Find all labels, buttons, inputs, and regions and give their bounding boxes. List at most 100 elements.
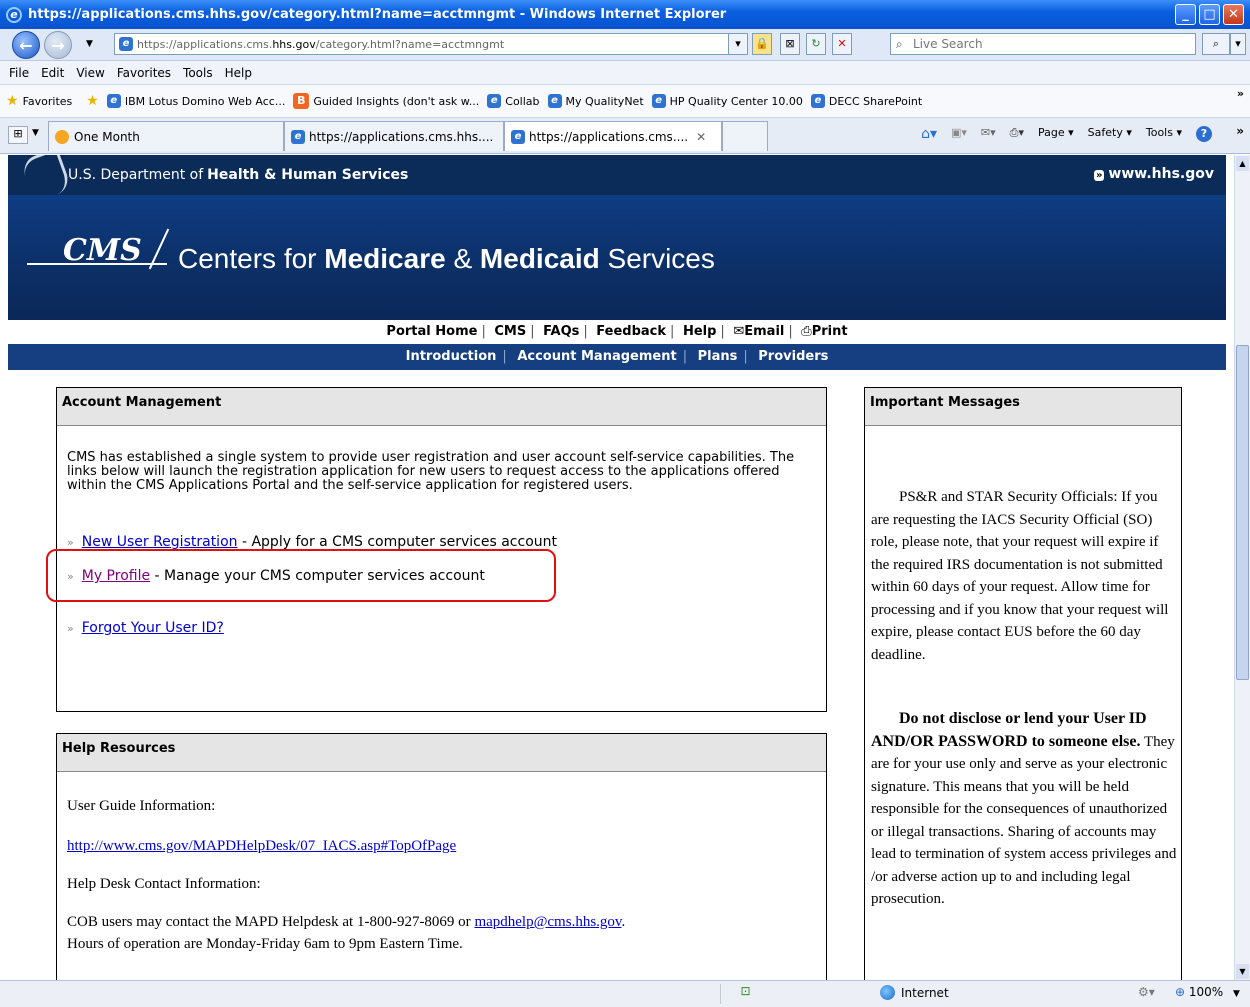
blogger-icon: B bbox=[293, 93, 310, 109]
favorite-item[interactable]: e My QualityNet bbox=[547, 94, 644, 108]
bullet-icon: » bbox=[67, 622, 74, 635]
refresh-icon[interactable]: ↻ bbox=[806, 33, 826, 55]
quick-tabs-icon[interactable]: ⊞ bbox=[8, 126, 28, 144]
menu-edit[interactable]: Edit bbox=[41, 66, 64, 80]
nav-email[interactable]: Email bbox=[744, 324, 784, 339]
url-prefix: https://applications.cms. bbox=[137, 37, 273, 51]
menu-tools[interactable]: Tools bbox=[183, 66, 213, 80]
stop-icon[interactable]: ✕ bbox=[832, 33, 852, 55]
user-guide-link[interactable]: http://www.cms.gov/MAPDHelpDesk/07_IACS.… bbox=[67, 838, 456, 855]
chevron-right-icon[interactable]: » bbox=[1236, 124, 1244, 138]
favorite-label: Collab bbox=[505, 94, 540, 108]
search-input[interactable]: ⌕ Live Search bbox=[890, 33, 1196, 55]
tab-applications-1[interactable]: e https://applications.cms.hhs.... bbox=[284, 121, 504, 151]
mail-icon[interactable]: ✉▾ bbox=[981, 126, 996, 142]
scroll-up-icon[interactable]: ▲ bbox=[1236, 156, 1249, 171]
scroll-thumb[interactable] bbox=[1236, 345, 1249, 680]
favorites-button[interactable]: ★ Favorites bbox=[6, 93, 72, 109]
favorite-item[interactable]: e Collab bbox=[487, 94, 540, 108]
nav-portal-home[interactable]: Portal Home bbox=[386, 324, 477, 339]
lock-icon[interactable]: 🔒 bbox=[752, 33, 772, 55]
zoom-level: 100% bbox=[1188, 985, 1224, 999]
menu-view[interactable]: View bbox=[76, 66, 104, 80]
window-title: https://applications.cms.hhs.gov/categor… bbox=[28, 7, 727, 22]
hhs-header: U.S. Department of Health & Human Servic… bbox=[8, 155, 1226, 203]
tab-one-month[interactable]: One Month bbox=[48, 121, 284, 151]
hhs-name-prefix: U.S. Department of bbox=[68, 167, 204, 183]
chevron-right-icon[interactable]: » bbox=[1237, 87, 1244, 100]
menu-file[interactable]: File bbox=[9, 66, 29, 80]
panel-heading: Important Messages bbox=[865, 388, 1181, 426]
tab-label: One Month bbox=[74, 129, 140, 144]
nav-help[interactable]: Help bbox=[683, 324, 716, 339]
scroll-down-icon[interactable]: ▼ bbox=[1236, 964, 1249, 979]
link-row-new-user: » New User Registration - Apply for a CMS… bbox=[67, 534, 557, 550]
hours-text: Hours of operation are Monday-Friday 6am… bbox=[67, 936, 463, 952]
compat-view-icon[interactable]: ⊠ bbox=[780, 33, 800, 55]
favorite-item[interactable]: e IBM Lotus Domino Web Acc... bbox=[106, 94, 286, 108]
arrow-icon: » bbox=[1093, 170, 1105, 181]
new-user-registration-link[interactable]: New User Registration bbox=[82, 534, 238, 550]
protected-mode-icon[interactable]: ⚙▾ bbox=[1138, 985, 1155, 999]
close-button[interactable]: ✕ bbox=[1223, 4, 1244, 25]
safety-menu[interactable]: Safety ▾ bbox=[1088, 126, 1132, 142]
tools-menu[interactable]: Tools ▾ bbox=[1146, 126, 1182, 142]
cms-title-part: & bbox=[445, 243, 480, 274]
cob-end: . bbox=[621, 914, 626, 930]
nav-cms[interactable]: CMS bbox=[494, 324, 526, 339]
security-zone[interactable]: Internet bbox=[880, 985, 949, 1000]
messages-para2: Do not disclose or lend your User ID AND… bbox=[871, 708, 1177, 911]
download-status-icon: ⊡ bbox=[720, 984, 770, 1004]
ie-page-icon: e bbox=[547, 94, 562, 108]
tab-close-icon[interactable]: ✕ bbox=[696, 130, 706, 144]
hhs-link[interactable]: » www.hhs.gov bbox=[1093, 166, 1214, 182]
messages-warning-bold: Do not disclose or lend your User ID AND… bbox=[871, 710, 1147, 750]
highlight-annotation bbox=[46, 549, 556, 602]
back-button[interactable]: ← bbox=[12, 31, 40, 59]
tab-applications-2[interactable]: e https://applications.cms.... ✕ bbox=[504, 121, 722, 151]
nav-faqs[interactable]: FAQs bbox=[543, 324, 579, 339]
subnav-account-management[interactable]: Account Management bbox=[517, 349, 676, 364]
subnav-plans[interactable]: Plans bbox=[698, 349, 738, 364]
favorite-item[interactable]: B Guided Insights (don't ask w... bbox=[293, 93, 479, 109]
cob-text: COB users may contact the MAPD Helpdesk … bbox=[67, 914, 475, 930]
add-favorite-icon[interactable]: ★ bbox=[86, 93, 99, 109]
search-button[interactable]: ⌕ bbox=[1202, 33, 1230, 55]
vertical-scrollbar[interactable]: ▲ ▼ bbox=[1234, 155, 1250, 980]
forgot-user-id-link[interactable]: Forgot Your User ID? bbox=[82, 620, 224, 636]
new-tab-button[interactable] bbox=[722, 121, 768, 151]
address-dropdown-icon[interactable]: ▾ bbox=[728, 33, 748, 55]
ie-logo-icon: e bbox=[6, 6, 22, 23]
subnav-introduction[interactable]: Introduction bbox=[406, 349, 497, 364]
maximize-button[interactable]: □ bbox=[1199, 4, 1220, 25]
favorite-item[interactable]: e HP Quality Center 10.00 bbox=[651, 94, 803, 108]
address-input[interactable]: e https://applications.cms. hhs.gov/categ… bbox=[114, 33, 730, 55]
forward-button[interactable]: → bbox=[44, 31, 72, 59]
menu-help[interactable]: Help bbox=[225, 66, 252, 80]
page-menu[interactable]: Page ▾ bbox=[1038, 126, 1074, 142]
menu-favorites[interactable]: Favorites bbox=[117, 66, 171, 80]
print-icon[interactable]: ⎙▾ bbox=[1010, 126, 1024, 142]
nav-print[interactable]: Print bbox=[812, 324, 848, 339]
star-icon: ★ bbox=[6, 93, 19, 109]
zoom-control[interactable]: ⊕ 100% ▼ bbox=[1175, 985, 1240, 999]
messages-para1: PS&R and STAR Security Officials: If you… bbox=[871, 489, 1169, 663]
search-options-icon[interactable]: ▾ bbox=[1230, 33, 1246, 55]
home-icon[interactable]: ⌂▾ bbox=[921, 126, 937, 142]
help-desk-label: Help Desk Contact Information: bbox=[67, 876, 261, 892]
favorite-label: IBM Lotus Domino Web Acc... bbox=[124, 94, 286, 108]
tab-list-icon[interactable]: ▼ bbox=[32, 128, 39, 138]
ie-page-icon: e bbox=[651, 94, 666, 108]
help-icon[interactable]: ? bbox=[1196, 126, 1212, 142]
panel-heading: Account Management bbox=[57, 388, 826, 426]
feeds-icon[interactable]: ▣▾ bbox=[951, 126, 967, 142]
minimize-button[interactable]: _ bbox=[1175, 4, 1196, 25]
history-dropdown-icon[interactable]: ▼ bbox=[86, 39, 93, 49]
subnav-providers[interactable]: Providers bbox=[758, 349, 828, 364]
url-rest: /category.html?name=acctmngmt bbox=[315, 37, 505, 51]
command-bar: ⌂▾ ▣▾ ✉▾ ⎙▾ Page ▾ Safety ▾ Tools ▾ ? bbox=[921, 126, 1212, 142]
nav-feedback[interactable]: Feedback bbox=[596, 324, 666, 339]
menu-bar: File Edit View Favorites Tools Help bbox=[0, 61, 1250, 85]
favorite-item[interactable]: e DECC SharePoint bbox=[810, 94, 922, 108]
mapd-email-link[interactable]: mapdhelp@cms.hhs.gov bbox=[474, 914, 621, 930]
